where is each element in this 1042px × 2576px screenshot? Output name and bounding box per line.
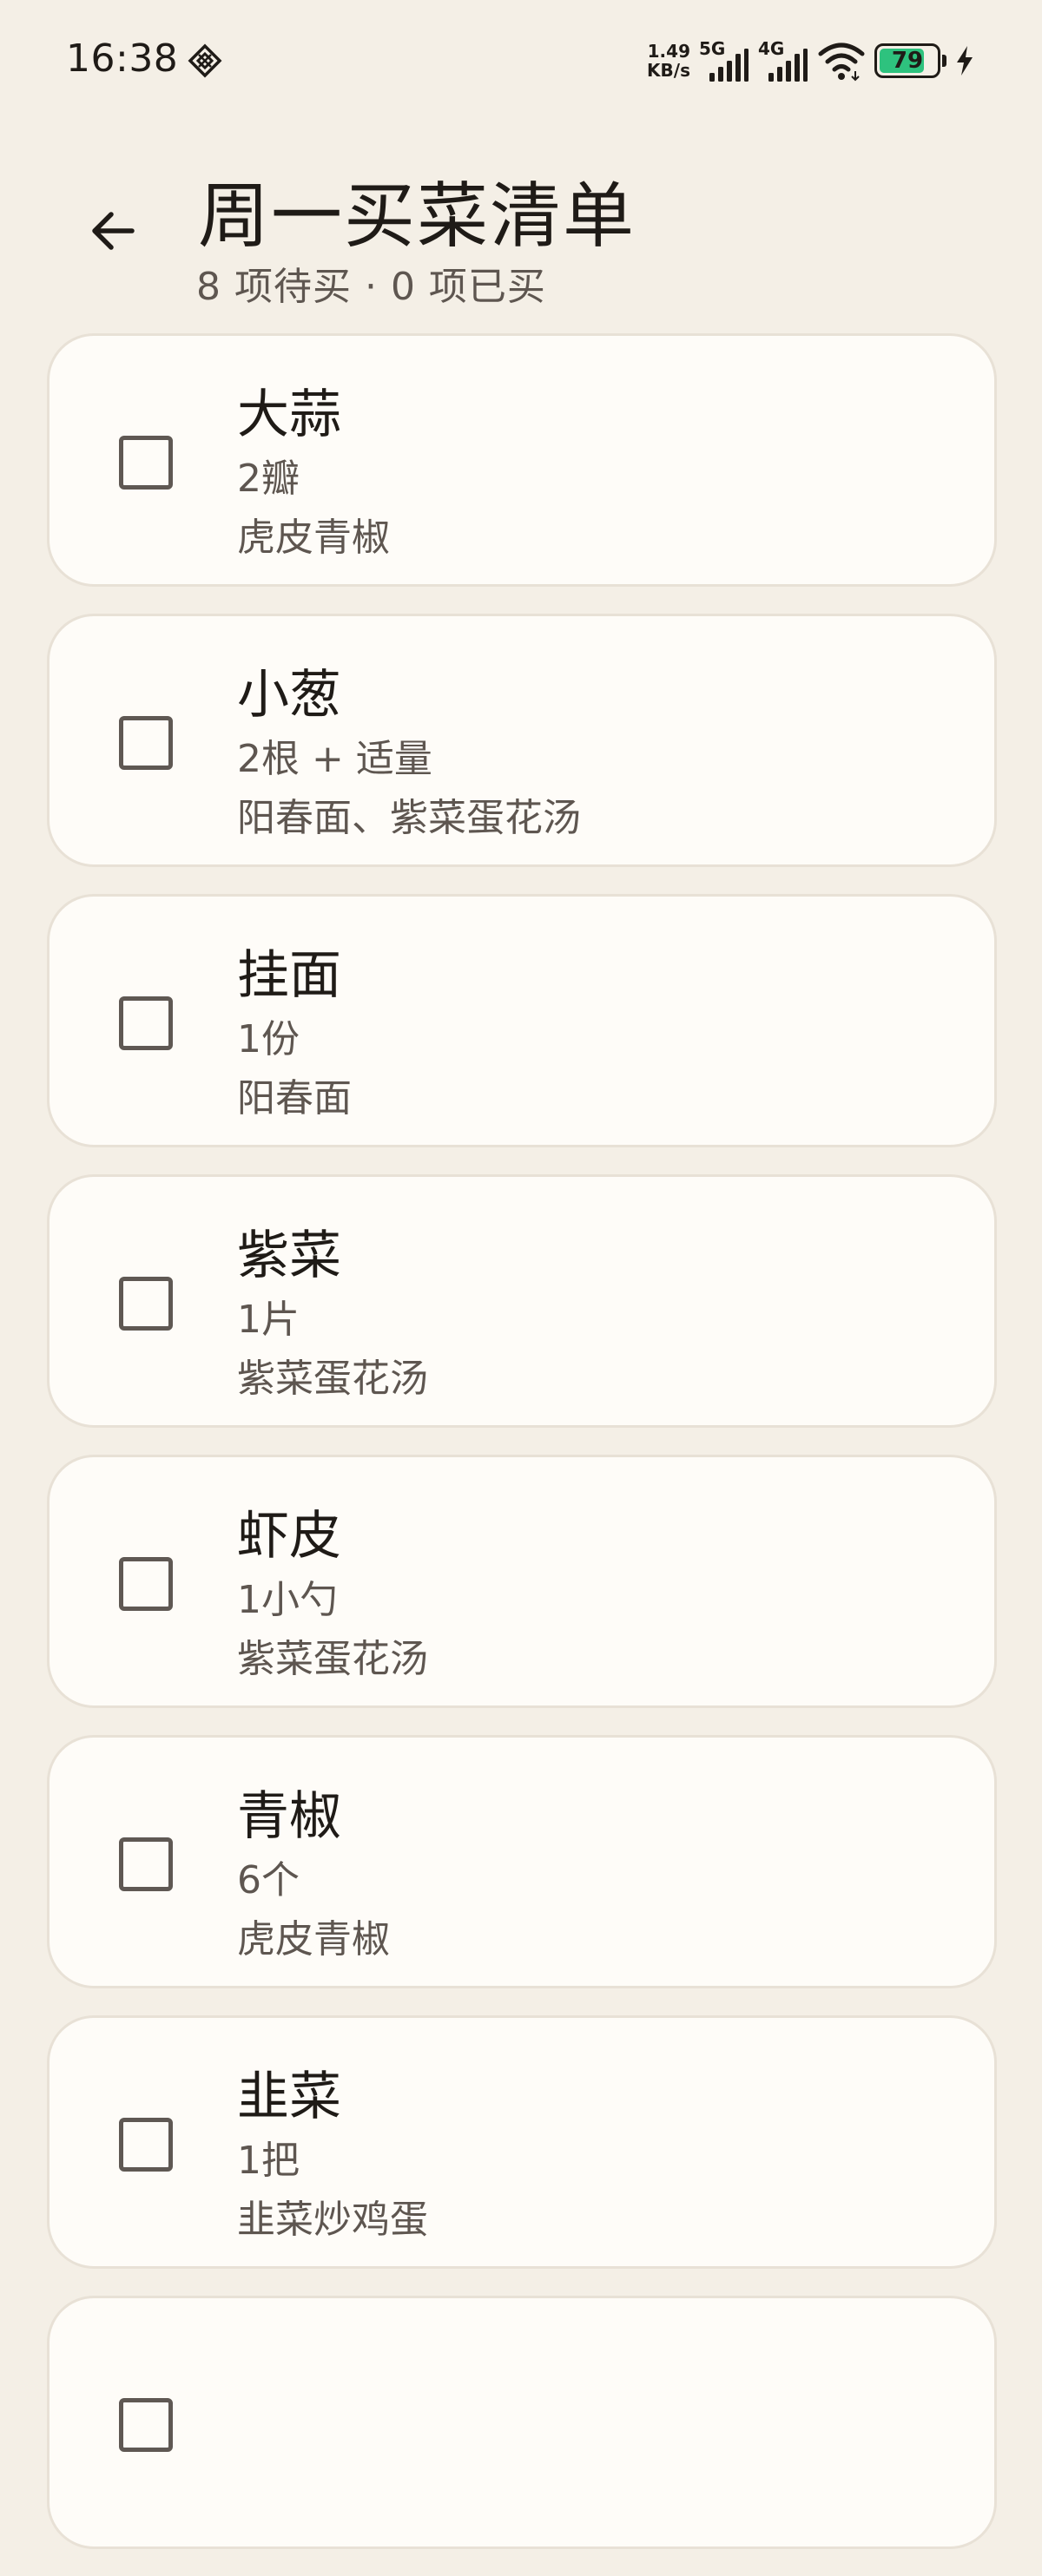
list-item[interactable]: 虾皮 1小勺 紫菜蛋花汤 [47,1455,997,1708]
item-name: 韭菜 [237,2067,341,2127]
item-quantity: 2瓣 [237,457,300,501]
battery-level: 79 [891,48,924,74]
item-recipe: 虎皮青椒 [237,1917,390,1962]
signal-5g: 5G [699,38,749,83]
back-button[interactable] [78,196,148,266]
item-quantity: 6个 [237,1858,300,1902]
signal-4g: 4G [758,38,808,83]
list-item[interactable] [47,2296,997,2549]
item-checkbox[interactable] [119,716,173,770]
item-checkbox[interactable] [119,1557,173,1611]
list-item[interactable]: 韭菜 1把 韭菜炒鸡蛋 [47,2015,997,2269]
status-time: 16:38 [66,36,179,81]
arrow-back-icon [92,212,135,250]
item-name: 紫菜 [237,1226,341,1286]
list-item[interactable]: 大蒜 2瓣 虎皮青椒 [47,333,997,587]
item-recipe: 韭菜炒鸡蛋 [237,2198,428,2242]
network-speed-value: 1.49 [647,41,690,62]
wifi-icon [818,43,865,82]
item-checkbox[interactable] [119,2118,173,2172]
item-checkbox[interactable] [119,996,173,1050]
item-recipe: 阳春面 [237,1076,352,1120]
network-speed-unit: KB/s [647,60,690,81]
item-name: 大蒜 [237,384,341,445]
page-subtitle: 8 项待买 · 0 项已买 [196,265,546,309]
list-item[interactable]: 挂面 1份 阳春面 [47,894,997,1147]
status-bar: 16:38 1.49 KB/s 5G 4G 79 [0,0,1042,122]
item-recipe: 紫菜蛋花汤 [237,1357,428,1401]
item-recipe: 紫菜蛋花汤 [237,1637,428,1681]
item-name: 挂面 [237,945,341,1006]
item-name: 小葱 [237,665,341,726]
item-recipe: 虎皮青椒 [237,516,390,560]
item-checkbox[interactable] [119,1837,173,1891]
shopping-list: 大蒜 2瓣 虎皮青椒 小葱 2根 + 适量 阳春面、紫菜蛋花汤 挂面 1份 阳春… [47,333,997,2576]
battery-cap [942,55,946,67]
item-name: 青椒 [237,1786,341,1847]
notification-diamond-icon [188,43,222,78]
network-speed: 1.49 KB/s [647,42,690,80]
item-checkbox[interactable] [119,436,173,490]
list-item[interactable]: 紫菜 1片 紫菜蛋花汤 [47,1174,997,1428]
item-name: 虾皮 [237,1506,341,1567]
signal-bars-icon [768,49,808,82]
item-checkbox[interactable] [119,2398,173,2452]
list-item[interactable]: 青椒 6个 虎皮青椒 [47,1735,997,1988]
page-title: 周一买菜清单 [198,175,636,258]
item-recipe: 阳春面、紫菜蛋花汤 [237,796,581,840]
item-quantity: 1小勺 [237,1578,338,1622]
battery-indicator: 79 [874,43,940,78]
signal-bars-icon [709,49,749,82]
item-quantity: 1份 [237,1017,300,1061]
charging-bolt-icon [957,46,973,76]
item-quantity: 2根 + 适量 [237,737,432,781]
item-quantity: 1片 [237,1298,300,1342]
item-checkbox[interactable] [119,1277,173,1331]
item-quantity: 1把 [237,2139,300,2183]
status-right-cluster: 1.49 KB/s 5G 4G 79 [647,35,974,87]
list-item[interactable]: 小葱 2根 + 适量 阳春面、紫菜蛋花汤 [47,614,997,867]
